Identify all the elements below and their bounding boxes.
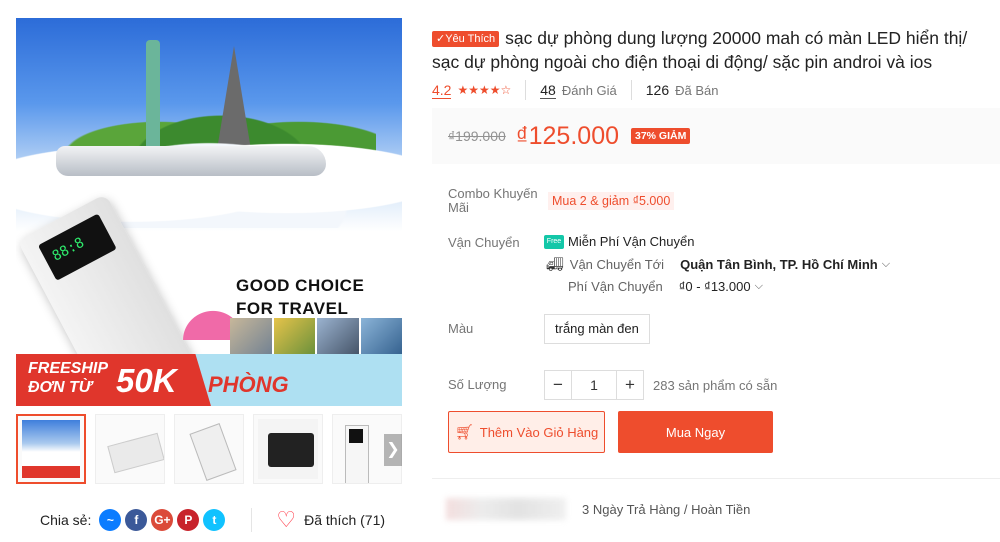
- thumbnail-1[interactable]: [16, 414, 86, 484]
- combo-label: Combo Khuyến Mãi: [448, 186, 538, 215]
- thumbnail-2[interactable]: [95, 414, 165, 484]
- add-to-cart-button[interactable]: 🛒︎ Thêm Vào Giỏ Hàng: [448, 411, 605, 453]
- quantity-decrease-button[interactable]: −: [544, 370, 572, 400]
- chevron-right-icon[interactable]: ❯: [384, 434, 402, 466]
- shipping-fee-row: Phí Vận Chuyển ₫0 - ₫13.000 ⌵: [568, 279, 763, 294]
- discount-badge: 37% GIẢM: [631, 128, 691, 144]
- review-label: Đánh Giá: [561, 82, 617, 98]
- color-label: Màu: [448, 321, 474, 336]
- like-button[interactable]: ♡ Đã thích (71): [276, 507, 386, 532]
- return-policy: 3 Ngày Trả Hàng / Hoàn Tiền: [582, 502, 751, 517]
- product-title: ✓Yêu Thích sạc dự phòng dung lượng 20000 …: [432, 28, 968, 72]
- share-bar: Chia sẻ: ~ f G+ P t ♡ Đã thích (71): [40, 508, 385, 532]
- facebook-icon[interactable]: f: [125, 509, 148, 531]
- free-shipping-icon: Free: [544, 234, 564, 249]
- share-label: Chia sẻ:: [40, 512, 92, 528]
- quantity-label: Số Lượng: [448, 377, 507, 392]
- current-price: ₫125.000: [515, 121, 619, 150]
- combo-tag[interactable]: Mua 2 & giảm ₫5.000: [548, 192, 675, 210]
- twitter-icon[interactable]: t: [203, 509, 226, 531]
- rating-value[interactable]: 4.2: [432, 82, 452, 99]
- stock-text: 283 sản phẩm có sẵn: [653, 378, 778, 393]
- messenger-icon[interactable]: ~: [99, 509, 122, 531]
- quantity-stepper: − 1 +: [544, 370, 644, 400]
- good-choice-text: GOOD CHOICE FOR TRAVEL: [236, 276, 365, 318]
- thumbnail-3[interactable]: [174, 414, 244, 484]
- thumbnail-strip: [16, 414, 402, 484]
- product-gallery: 88:8 GOOD CHOICE FOR TRAVEL FREESHIP ĐƠN…: [0, 0, 420, 542]
- ship-to-location[interactable]: Quận Tân Bình, TP. Hồ Chí Minh: [680, 257, 878, 272]
- airplane-illustration: [56, 146, 326, 176]
- quantity-input[interactable]: 1: [572, 370, 616, 400]
- liked-count: Đã thích (71): [304, 512, 386, 528]
- price-box: ₫199.000 ₫125.000 37% GIẢM: [432, 108, 1000, 164]
- pinterest-icon[interactable]: P: [177, 509, 200, 531]
- buy-now-button[interactable]: Mua Ngay: [618, 411, 773, 453]
- cart-icon: 🛒︎: [454, 424, 474, 441]
- truck-icon: 🚚︎: [546, 256, 564, 272]
- favorite-badge: ✓Yêu Thích: [432, 31, 500, 47]
- shipping-fee-value[interactable]: ₫0 - ₫13.000: [679, 279, 751, 294]
- review-count[interactable]: 48: [540, 82, 556, 99]
- free-shipping: Free Miễn Phí Vận Chuyển: [544, 234, 694, 249]
- product-info: ✓Yêu Thích sạc dự phòng dung lượng 20000 …: [432, 0, 1000, 542]
- shipping-label: Vận Chuyển: [448, 235, 520, 250]
- star-rating-icon: ★★★★☆: [457, 83, 512, 97]
- divider: [432, 478, 1000, 479]
- product-stats: 4.2 ★★★★☆ 48 Đánh Giá 126 Đã Bán: [432, 80, 719, 100]
- thumbnail-4[interactable]: [253, 414, 323, 484]
- sold-label: Đã Bán: [675, 82, 719, 98]
- chevron-down-icon[interactable]: ⌵: [882, 258, 890, 271]
- sold-count: 126: [645, 82, 670, 98]
- google-plus-icon[interactable]: G+: [151, 509, 174, 531]
- heart-icon: ♡: [276, 507, 297, 532]
- color-option[interactable]: trắng màn đen: [544, 314, 650, 344]
- blurred-guarantee-logo: [446, 498, 566, 520]
- old-price: ₫199.000: [448, 128, 506, 144]
- ship-to-row: 🚚︎ Vận Chuyển Tới Quận Tân Bình, TP. Hồ …: [546, 256, 891, 272]
- chevron-down-icon[interactable]: ⌵: [755, 280, 763, 293]
- led-display: 88:8: [49, 234, 87, 265]
- quantity-increase-button[interactable]: +: [616, 370, 644, 400]
- main-product-image[interactable]: 88:8 GOOD CHOICE FOR TRAVEL FREESHIP ĐƠN…: [16, 18, 402, 406]
- freeship-banner: FREESHIP ĐƠN TỪ 50K PHÒNG: [16, 354, 402, 406]
